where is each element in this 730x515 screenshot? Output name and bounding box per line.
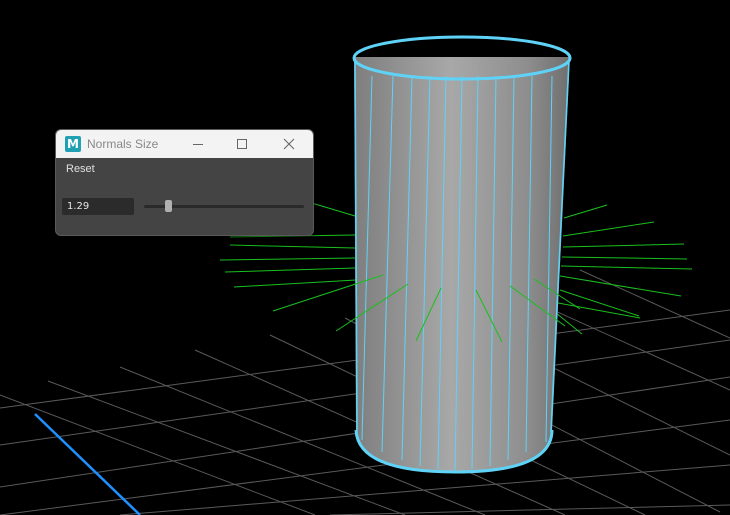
vertex-normal (561, 256, 688, 260)
normals-size-window: M Normals Size Reset (55, 129, 314, 236)
cylinder-body[interactable] (354, 57, 570, 472)
close-button[interactable] (266, 130, 312, 158)
grid-line (0, 394, 316, 515)
vertex-normal (229, 244, 356, 249)
vertex-normal (555, 312, 583, 335)
normals-size-row (62, 198, 307, 216)
minimize-button[interactable] (175, 130, 221, 158)
reset-menu-item[interactable]: Reset (66, 163, 95, 175)
slider-thumb[interactable] (165, 200, 172, 212)
window-title: Normals Size (87, 137, 159, 151)
vertex-normal (557, 302, 641, 319)
viewport-scene[interactable] (0, 0, 730, 515)
vertex-normal (559, 289, 640, 317)
grid-line (329, 504, 730, 515)
maximize-icon (237, 139, 247, 149)
title-bar[interactable]: M Normals Size (56, 130, 313, 158)
menu-bar: Reset (56, 158, 313, 180)
vertex-normal (562, 221, 655, 237)
3d-viewport[interactable] (0, 0, 730, 515)
vertex-normal (563, 204, 608, 219)
close-icon (283, 138, 295, 150)
vertex-normal (562, 243, 685, 248)
grid-line (47, 380, 406, 515)
minimize-icon (193, 144, 203, 145)
maya-app-icon: M (65, 136, 81, 152)
normals-size-value-field[interactable] (62, 198, 134, 215)
vertex-normal (219, 257, 356, 261)
vertex-normal (560, 265, 693, 270)
grid-axis-line (34, 413, 141, 515)
vertex-normal (559, 275, 682, 297)
cylinder-mesh[interactable] (352, 35, 572, 474)
vertex-normal (224, 267, 356, 273)
vertex-normal (233, 279, 357, 288)
maximize-button[interactable] (219, 130, 265, 158)
normals-size-slider[interactable] (144, 198, 304, 215)
